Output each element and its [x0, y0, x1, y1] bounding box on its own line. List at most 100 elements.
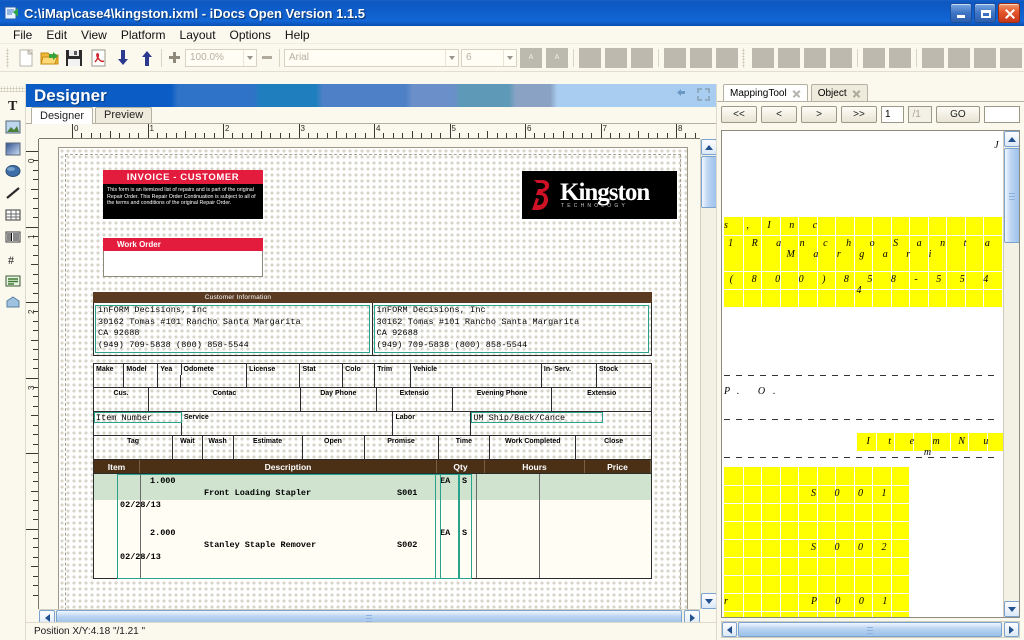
item-number-field[interactable]: Item Number — [94, 412, 182, 423]
table-cell[interactable] — [149, 399, 301, 411]
resize-icon[interactable] — [579, 48, 601, 68]
tab-mappingtool[interactable]: MappingTool — [723, 84, 808, 101]
save-disk-icon[interactable] — [62, 46, 86, 70]
mapping-grid-area[interactable]: Js , I n c1 R a n c h o S a n t a M a r … — [721, 130, 1020, 618]
last-page-button[interactable]: >> — [841, 106, 877, 123]
align-left-icon[interactable] — [752, 48, 774, 68]
table-header-cell[interactable]: Estimate — [234, 436, 303, 447]
mapping-h-scroll-thumb[interactable] — [738, 622, 1002, 637]
text-tool-icon[interactable]: T — [1, 94, 25, 115]
image-tool-icon[interactable] — [1, 116, 25, 137]
scroll-right-icon[interactable] — [1004, 622, 1019, 637]
labor-field[interactable]: Labor — [393, 412, 471, 423]
table-cell[interactable] — [94, 375, 124, 387]
table-cell[interactable] — [173, 447, 202, 459]
mapping-vertical-scrollbar[interactable] — [1003, 131, 1019, 617]
menu-view[interactable]: View — [74, 27, 114, 43]
next-page-button[interactable]: > — [801, 106, 837, 123]
work-order-label[interactable]: Work Order — [103, 238, 263, 251]
table-header-cell[interactable]: Colo — [343, 364, 375, 375]
table-header-cell[interactable]: Make — [94, 364, 124, 375]
gradient-tool-icon[interactable] — [1, 138, 25, 159]
kingston-logo[interactable]: Kingston TECHNOLOGY — [522, 171, 677, 219]
tab-preview[interactable]: Preview — [95, 107, 152, 123]
table-header-cell[interactable]: Close — [576, 436, 652, 447]
work-order-box[interactable] — [103, 251, 263, 277]
table-cell[interactable] — [300, 375, 343, 387]
restore-icon[interactable] — [974, 3, 996, 23]
table-cell[interactable] — [247, 375, 300, 387]
download-arrow-icon[interactable] — [110, 46, 134, 70]
minus-icon[interactable] — [262, 56, 272, 59]
table-cell[interactable] — [597, 375, 652, 387]
close-icon[interactable] — [852, 89, 861, 98]
text-style-a-icon[interactable]: A — [520, 48, 542, 68]
bring-forward-icon[interactable] — [974, 48, 996, 68]
canvas-vertical-scrollbar[interactable] — [700, 139, 716, 609]
table-cell[interactable] — [439, 447, 491, 459]
toolbar-grip[interactable] — [741, 48, 746, 68]
table-cell[interactable] — [94, 399, 149, 411]
table-cell[interactable] — [490, 447, 576, 459]
align-bottom-icon[interactable] — [830, 48, 852, 68]
shape-tool-icon[interactable] — [1, 292, 25, 313]
previous-page-button[interactable]: < — [761, 106, 797, 123]
scroll-down-icon[interactable] — [1004, 601, 1020, 617]
back-arrow-icon[interactable] — [677, 88, 690, 101]
align-top-icon[interactable] — [804, 48, 826, 68]
table-tool-icon[interactable] — [1, 204, 25, 225]
table-cell[interactable] — [576, 447, 652, 459]
center-horizontal-icon[interactable] — [863, 48, 885, 68]
mapping-scroll-thumb[interactable] — [1004, 148, 1020, 243]
menu-edit[interactable]: Edit — [39, 27, 74, 43]
table-cell[interactable] — [343, 375, 375, 387]
chevron-down-icon[interactable] — [243, 50, 256, 66]
table-header-cell[interactable]: Model — [124, 364, 158, 375]
table-cell[interactable] — [181, 375, 247, 387]
shadow-icon[interactable] — [716, 48, 738, 68]
tab-designer[interactable]: Designer — [31, 107, 93, 124]
table-header-cell[interactable]: License — [247, 364, 300, 375]
table-header-cell[interactable]: Odomete — [182, 364, 248, 375]
table-header-cell[interactable]: Vehicle — [411, 364, 542, 375]
center-vertical-icon[interactable] — [889, 48, 911, 68]
mapping-horizontal-scrollbar[interactable] — [721, 621, 1020, 638]
tag-value-row[interactable] — [93, 447, 652, 459]
barcode-tool-icon[interactable] — [1, 226, 25, 247]
menu-file[interactable]: File — [6, 27, 39, 43]
table-cell[interactable] — [158, 375, 181, 387]
table-cell[interactable] — [453, 399, 553, 411]
palette-grip[interactable] — [0, 86, 25, 92]
menu-layout[interactable]: Layout — [173, 27, 223, 43]
go-button[interactable]: GO — [936, 106, 980, 123]
table-header-cell[interactable]: Stock — [597, 364, 652, 375]
table-header-cell[interactable]: Extensio — [377, 388, 453, 399]
bring-front-icon[interactable] — [922, 48, 944, 68]
table-header-cell[interactable]: Extensio — [552, 388, 652, 399]
line-items-header-cell[interactable]: Price — [585, 460, 651, 473]
tab-object[interactable]: Object — [811, 84, 868, 101]
table-header-cell[interactable]: Trim — [375, 364, 411, 375]
table-cell[interactable] — [393, 423, 471, 435]
table-header-cell[interactable]: Promise — [365, 436, 439, 447]
table-header-cell[interactable]: Stat — [300, 364, 343, 375]
table-cell[interactable] — [94, 447, 173, 459]
table-cell[interactable] — [552, 399, 652, 411]
minimize-icon[interactable] — [950, 3, 972, 23]
extra-input[interactable] — [984, 106, 1020, 123]
table-cell[interactable] — [365, 447, 439, 459]
close-icon[interactable] — [792, 89, 801, 98]
service-value-row[interactable] — [93, 423, 652, 435]
vertical-scroll-thumb[interactable] — [701, 156, 717, 208]
table-header-cell[interactable]: Day Phone — [301, 388, 377, 399]
first-page-button[interactable]: << — [721, 106, 757, 123]
table-cell[interactable] — [542, 375, 597, 387]
scroll-left-icon[interactable] — [722, 622, 737, 637]
scroll-up-icon[interactable] — [1004, 131, 1020, 147]
document-page[interactable]: INVOICE - CUSTOMER This form is an itemi… — [58, 147, 688, 609]
table-cell[interactable] — [471, 423, 652, 435]
new-document-icon[interactable] — [14, 46, 38, 70]
contact-value-row[interactable] — [93, 399, 652, 411]
menu-platform[interactable]: Platform — [114, 27, 173, 43]
table-header-cell[interactable]: Wash — [203, 436, 234, 447]
